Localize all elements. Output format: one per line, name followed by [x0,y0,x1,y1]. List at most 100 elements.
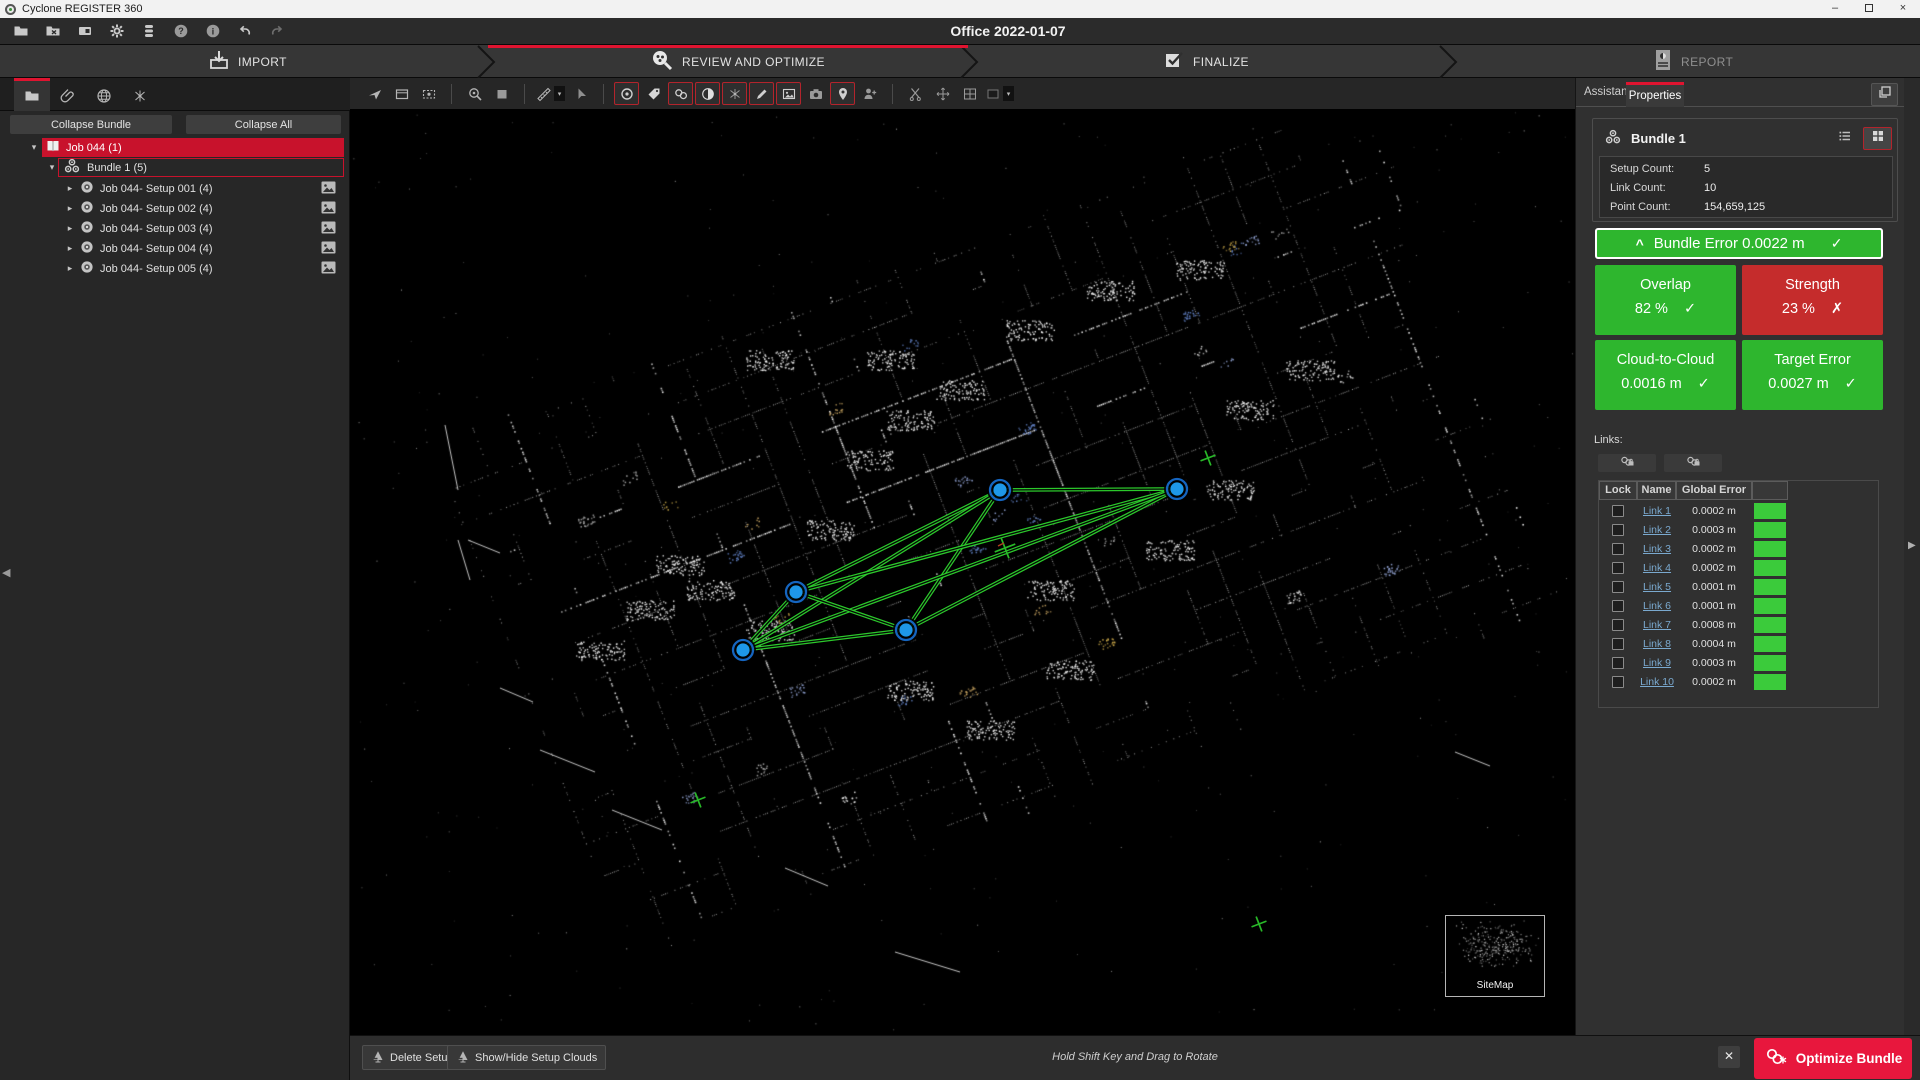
workflow-tab-review-and-optimize[interactable]: REVIEW AND OPTIMIZE [650,45,825,79]
sitemap-toggle-icon[interactable] [722,82,747,105]
lock-checkbox[interactable] [1612,657,1624,669]
tree-item-setup-3[interactable]: ▸Job 044- Setup 003 (4) [4,219,344,238]
annotate-pencil-icon[interactable] [749,82,774,105]
pane-view-icon[interactable] [389,82,414,105]
lock-all-links-button[interactable] [1598,454,1656,472]
link-name-link[interactable]: Link 4 [1637,562,1677,574]
setup-link-network[interactable] [350,110,1575,1035]
dropdown-caret-icon[interactable]: ▾ [554,86,565,101]
list-view-button[interactable] [1831,127,1858,150]
measure-tool-icon[interactable]: ▾ [535,82,566,105]
grid-view-button[interactable] [1863,127,1892,150]
lock-checkbox[interactable] [1612,676,1624,688]
link-name-link[interactable]: Link 7 [1637,619,1677,631]
fly-through-icon[interactable] [362,82,387,105]
view-options-icon[interactable]: ▾ [984,82,1015,105]
about-info-icon[interactable]: i [200,20,226,42]
collapse-bundle-button[interactable]: Collapse Bundle [10,115,172,134]
cloud-links-toggle-icon[interactable] [668,82,693,105]
tree-item-setup-1[interactable]: ▸Job 044- Setup 001 (4) [4,179,344,198]
dropdown-caret-icon[interactable]: ▾ [1003,86,1014,101]
contrast-toggle-icon[interactable] [695,82,720,105]
undo-icon[interactable] [232,20,258,42]
close-button[interactable]: × [1886,0,1920,18]
targets-toggle-icon[interactable] [614,82,639,105]
storage-icon[interactable] [136,20,162,42]
move-expand-icon[interactable] [930,82,955,105]
collapse-panel-arrow[interactable]: ◀ [2,566,10,579]
tree-item-setup-5[interactable]: ▸Job 044- Setup 005 (4) [4,259,344,278]
optimize-bundle-button[interactable]: Optimize Bundle [1754,1038,1912,1079]
zoom-window-icon[interactable] [462,82,487,105]
redo-icon[interactable] [264,20,290,42]
geotag-pin-icon[interactable] [830,82,855,105]
link-name-link[interactable]: Link 3 [1637,543,1677,555]
workflow-tab-report[interactable]: REPORT [1653,45,1733,79]
import-icon[interactable] [72,20,98,42]
point-cloud-viewport[interactable]: SiteMap [350,110,1575,1035]
unlock-all-links-button[interactable] [1664,454,1722,472]
link-name-link[interactable]: Link 10 [1637,676,1677,688]
expand-caret-icon[interactable]: ▾ [46,162,58,173]
lock-checkbox[interactable] [1612,505,1624,517]
expand-caret-icon[interactable]: ▸ [64,243,76,254]
expand-panel-arrow[interactable]: ▶ [1908,540,1916,551]
link-name-link[interactable]: Link 8 [1637,638,1677,650]
attachments-tab[interactable] [50,78,86,111]
tab-assistant[interactable]: Assistant [1584,86,1631,98]
settings-gear-icon[interactable] [104,20,130,42]
sitemap-thumbnail[interactable]: SiteMap [1445,915,1545,997]
lock-checkbox[interactable] [1612,638,1624,650]
expand-caret-icon[interactable]: ▸ [64,183,76,194]
lock-checkbox[interactable] [1612,619,1624,631]
lock-checkbox[interactable] [1612,600,1624,612]
overlap-tile[interactable]: Overlap 82 %✓ [1595,265,1736,335]
link-name-link[interactable]: Link 9 [1637,657,1677,669]
undock-panel-button[interactable] [1871,83,1898,106]
link-name-link[interactable]: Link 6 [1637,600,1677,612]
add-person-icon[interactable] [857,82,882,105]
sitemap-network-tab[interactable] [122,78,158,111]
expand-caret-icon[interactable]: ▸ [64,203,76,214]
minimize-button[interactable]: – [1818,0,1852,18]
tags-icon[interactable] [641,82,666,105]
strength-tile[interactable]: Strength 23 %✗ [1742,265,1883,335]
target-error-tile[interactable]: Target Error 0.0027 m✓ [1742,340,1883,410]
images-toggle-icon[interactable] [776,82,801,105]
link-name-link[interactable]: Link 5 [1637,581,1677,593]
tree-item-setup-2[interactable]: ▸Job 044- Setup 002 (4) [4,199,344,218]
setup-image-icon[interactable] [321,221,336,237]
help-icon[interactable]: ? [168,20,194,42]
expand-caret-icon[interactable]: ▸ [64,223,76,234]
tree-item-job[interactable]: ▾ Job 044 (1) [4,138,344,157]
link-name-link[interactable]: Link 1 [1637,505,1677,517]
expand-caret-icon[interactable]: ▾ [28,142,40,153]
pick-tool-icon[interactable] [568,82,593,105]
tab-properties[interactable]: Properties [1626,82,1684,107]
maximize-button[interactable] [1852,0,1886,18]
lock-checkbox[interactable] [1612,562,1624,574]
lock-checkbox[interactable] [1612,543,1624,555]
setup-image-icon[interactable] [321,261,336,277]
bundle-error-button[interactable]: ^ Bundle Error 0.0022 m ✓ [1595,228,1883,259]
tree-item-bundle[interactable]: ▾ Bundle 1 (5) [4,158,344,177]
fit-view-icon[interactable] [489,82,514,105]
setup-image-icon[interactable] [321,181,336,197]
workflow-tab-finalize[interactable]: FINALIZE [1163,45,1249,79]
expand-caret-icon[interactable]: ▸ [64,263,76,274]
lock-checkbox[interactable] [1612,581,1624,593]
camera-view-icon[interactable] [416,82,441,105]
web-tab[interactable] [86,78,122,111]
open-project-icon[interactable] [8,20,34,42]
dismiss-button[interactable]: ✕ [1718,1046,1740,1068]
layout-grid-icon[interactable] [957,82,982,105]
project-tree-tab[interactable] [14,78,50,111]
workflow-tab-import[interactable]: IMPORT [208,45,287,79]
link-name-link[interactable]: Link 2 [1637,524,1677,536]
lock-checkbox[interactable] [1612,524,1624,536]
close-project-icon[interactable] [40,20,66,42]
cloud-to-cloud-tile[interactable]: Cloud-to-Cloud 0.0016 m✓ [1595,340,1736,410]
setup-image-icon[interactable] [321,241,336,257]
cut-link-icon[interactable] [903,82,928,105]
setup-image-icon[interactable] [321,201,336,217]
